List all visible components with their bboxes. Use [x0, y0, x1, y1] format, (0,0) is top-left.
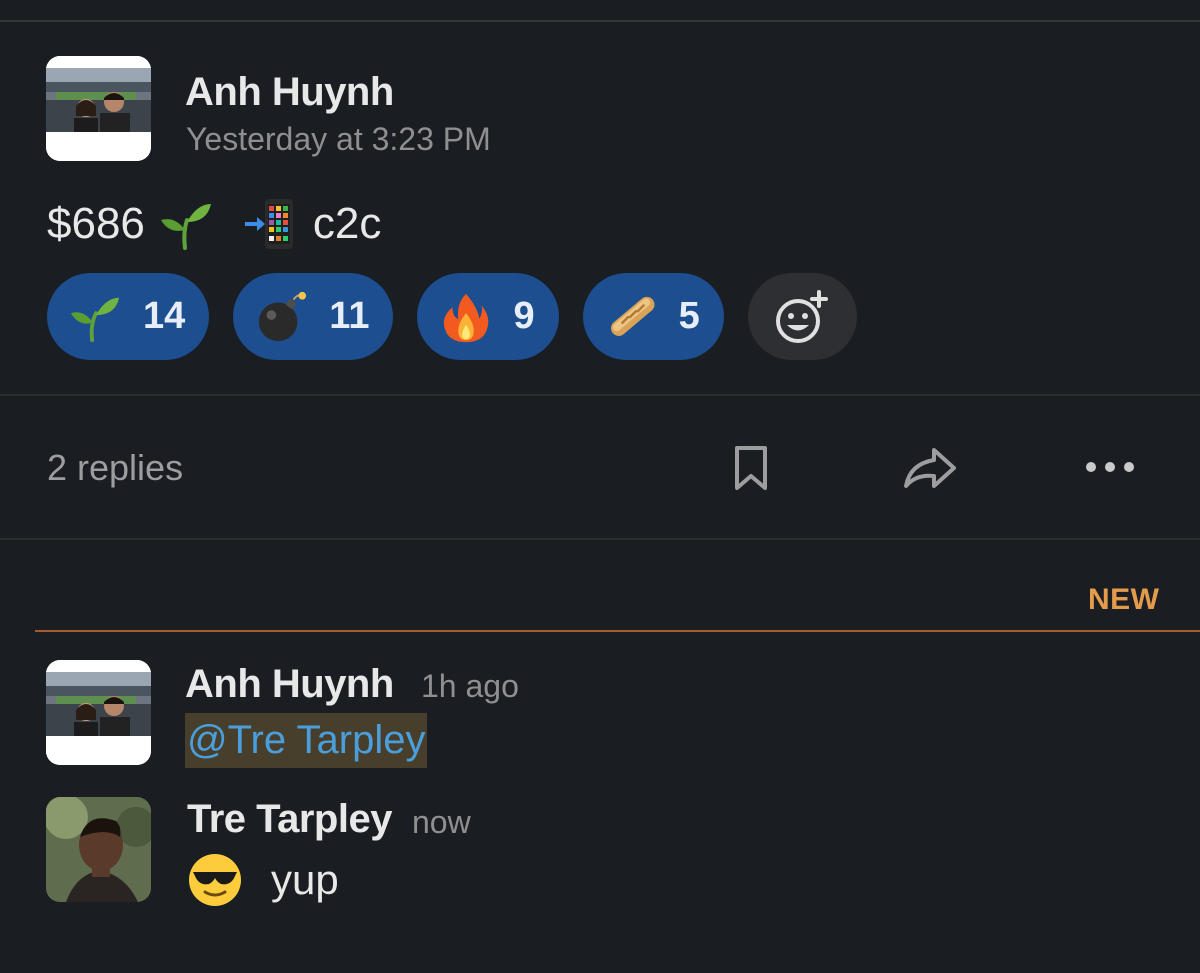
seedling-emoji-icon: [70, 297, 120, 342]
reactions-row: 14 11 9 5: [47, 273, 857, 360]
reaction-count: 11: [329, 295, 370, 337]
reply-timestamp[interactable]: 1h ago: [421, 668, 519, 705]
user-mention-link[interactable]: @Tre Tarpley: [185, 713, 428, 768]
post-author-name[interactable]: Anh Huynh: [185, 70, 394, 115]
sunglasses-emoji-icon: [189, 854, 241, 906]
share-button[interactable]: [899, 442, 961, 494]
more-dots-icon: [1086, 462, 1134, 472]
new-messages-line: [35, 630, 1200, 632]
divider: [0, 394, 1200, 396]
message-amount: $686: [47, 199, 145, 248]
top-divider: [0, 20, 1200, 22]
add-reaction-button[interactable]: [747, 273, 857, 360]
reaction-count: 9: [513, 295, 535, 337]
new-messages-label: NEW: [1088, 583, 1160, 616]
tre-tarpley-avatar[interactable]: [46, 797, 151, 902]
add-reaction-icon: [776, 289, 829, 343]
reaction-count: 5: [678, 295, 700, 337]
bomb-emoji-icon: [259, 291, 307, 341]
divider: [0, 538, 1200, 540]
reaction-fire[interactable]: 9: [417, 273, 559, 360]
reply-timestamp[interactable]: now: [412, 804, 471, 841]
reaction-seedling[interactable]: 14: [47, 273, 210, 360]
anh-huynh-avatar[interactable]: [46, 56, 151, 161]
reply-author-name[interactable]: Tre Tarpley: [187, 797, 392, 842]
reply-message: yup: [187, 852, 339, 908]
phone-arrow-emoji-icon: [244, 199, 293, 249]
reaction-bomb[interactable]: 11: [233, 273, 394, 360]
bookmark-button[interactable]: [726, 442, 776, 494]
baguette-emoji-icon: [610, 296, 655, 336]
more-actions-button[interactable]: [1082, 450, 1138, 484]
anh-huynh-avatar[interactable]: [46, 660, 151, 765]
message-thread-view: Anh Huynh Yesterday at 3:23 PM $686 c2c: [0, 0, 1200, 973]
post-timestamp[interactable]: Yesterday at 3:23 PM: [186, 121, 491, 158]
reaction-baguette[interactable]: 5: [582, 273, 724, 360]
reaction-count: 14: [143, 295, 186, 337]
post-message-text: $686 c2c: [47, 196, 381, 252]
share-arrow-icon: [904, 448, 956, 488]
message-suffix: c2c: [312, 199, 382, 248]
reply-text: yup: [271, 856, 339, 903]
seedling-emoji-icon: [160, 204, 211, 250]
fire-emoji-icon: [444, 293, 489, 342]
bookmark-icon: [735, 446, 767, 490]
replies-count-link[interactable]: 2 replies: [47, 447, 183, 489]
reply-author-name[interactable]: Anh Huynh: [185, 662, 394, 707]
